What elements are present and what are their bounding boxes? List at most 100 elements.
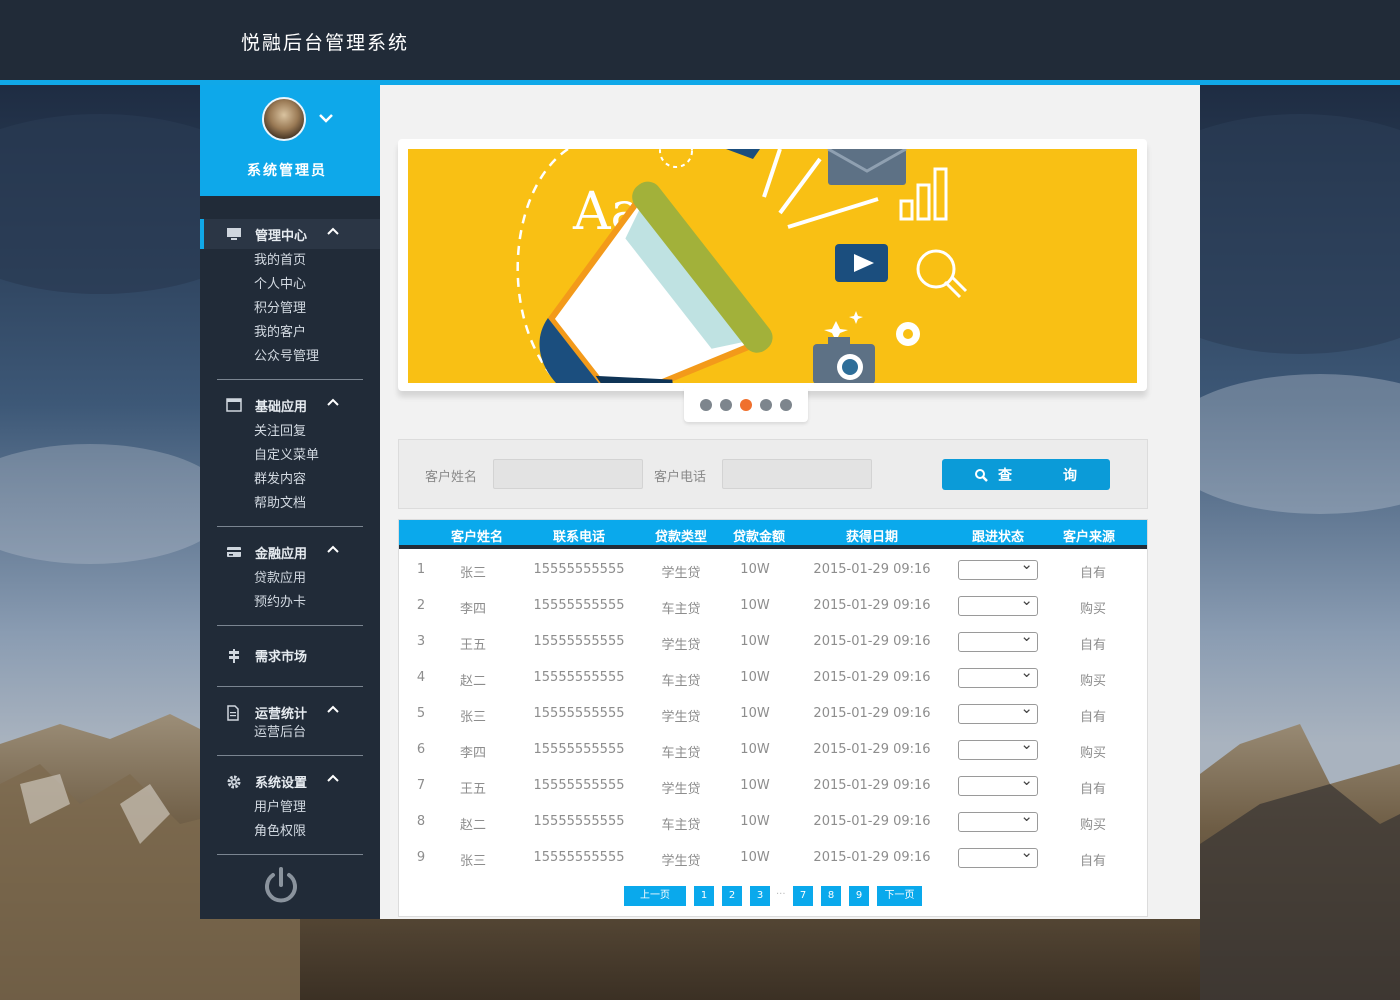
window-icon bbox=[226, 398, 244, 412]
sidebar-item-customers[interactable]: 我的客户 bbox=[200, 321, 380, 345]
app-title: 悦融后台管理系统 bbox=[241, 32, 410, 54]
chevron-up-icon[interactable] bbox=[327, 226, 339, 239]
sidebar-item-broadcast[interactable]: 群发内容 bbox=[200, 468, 380, 492]
col-header-date: 获得日期 bbox=[845, 530, 898, 545]
page-button[interactable]: 7 bbox=[793, 886, 813, 906]
chevron-up-icon[interactable] bbox=[327, 704, 339, 717]
cell-source: 自有 bbox=[1079, 710, 1106, 725]
table-row: 6 李四 15555555555 车主贷 10W 2015-01-29 09:16 购买 bbox=[399, 733, 1147, 769]
page-button[interactable]: 8 bbox=[821, 886, 841, 906]
cell-name: 张三 bbox=[459, 854, 486, 869]
nav-head-settings[interactable]: 系统设置 bbox=[200, 766, 380, 796]
signpost-icon bbox=[226, 648, 244, 663]
nav-head-basic[interactable]: 基础应用 bbox=[200, 390, 380, 420]
sidebar-item-card-booking[interactable]: 预约办卡 bbox=[200, 591, 380, 615]
sidebar-item-home[interactable]: 我的首页 bbox=[200, 249, 380, 273]
carousel-dot-active[interactable] bbox=[740, 399, 752, 411]
customer-phone-label: 客户电话 bbox=[654, 470, 707, 485]
cell-date: 2015-01-29 09:16 bbox=[813, 814, 931, 829]
sidebar-item-points[interactable]: 积分管理 bbox=[200, 297, 380, 321]
cell-amount: 10W bbox=[740, 598, 770, 613]
sidebar-item-help-docs[interactable]: 帮助文档 bbox=[200, 492, 380, 516]
cell-loan-type: 车主贷 bbox=[661, 746, 701, 761]
row-index: 8 bbox=[416, 814, 426, 829]
cell-name: 王五 bbox=[459, 782, 486, 797]
customer-name-input[interactable] bbox=[493, 459, 643, 489]
carousel-dot[interactable] bbox=[720, 399, 732, 411]
page-button[interactable]: 2 bbox=[722, 886, 742, 906]
chevron-up-icon[interactable] bbox=[327, 397, 339, 410]
search-button[interactable]: 查 询 bbox=[942, 459, 1110, 490]
nav-head-finance[interactable]: 金融应用 bbox=[200, 537, 380, 567]
banner-carousel[interactable]: Aa bbox=[398, 139, 1147, 391]
search-icon bbox=[975, 468, 988, 482]
table-row: 5 张三 15555555555 学生贷 10W 2015-01-29 09:16 自有 bbox=[399, 697, 1147, 733]
status-select[interactable] bbox=[958, 627, 1038, 652]
prev-page-button[interactable]: 上一页 bbox=[624, 886, 686, 906]
sidebar-item-user-mgmt[interactable]: 用户管理 bbox=[200, 796, 380, 820]
cell-amount: 10W bbox=[740, 634, 770, 649]
col-header-name: 客户姓名 bbox=[450, 530, 503, 545]
carousel-dot[interactable] bbox=[760, 399, 772, 411]
page-button[interactable]: 9 bbox=[849, 886, 869, 906]
search-button-label-2: 询 bbox=[1063, 467, 1078, 484]
table-row: 9 张三 15555555555 学生贷 10W 2015-01-29 09:16 自有 bbox=[399, 841, 1147, 877]
cell-source: 购买 bbox=[1079, 818, 1106, 833]
carousel-dot[interactable] bbox=[700, 399, 712, 411]
table-header: 客户姓名 联系电话 贷款类型 贷款金额 获得日期 跟进状态 客户来源 bbox=[399, 520, 1147, 549]
main-content: Aa 客户姓名 客户电话 查 询 客户姓名 联系电话 贷款类型 贷款金额 获得日… bbox=[380, 85, 1200, 919]
next-page-button[interactable]: 下一页 bbox=[877, 886, 922, 906]
cell-source: 自有 bbox=[1079, 854, 1106, 869]
sidebar-item-follow-reply[interactable]: 关注回复 bbox=[200, 420, 380, 444]
status-select[interactable] bbox=[958, 663, 1038, 688]
status-select[interactable] bbox=[958, 699, 1038, 724]
divider bbox=[217, 686, 363, 687]
avatar[interactable] bbox=[262, 97, 306, 141]
cell-date: 2015-01-29 09:16 bbox=[813, 850, 931, 865]
status-select[interactable] bbox=[958, 591, 1038, 616]
nav-group-finance: 金融应用 贷款应用 预约办卡 bbox=[200, 537, 380, 615]
cell-amount: 10W bbox=[740, 706, 770, 721]
sidebar-item-role-perms[interactable]: 角色权限 bbox=[200, 820, 380, 844]
carousel-dots bbox=[684, 388, 808, 422]
status-select[interactable] bbox=[958, 735, 1038, 760]
cell-phone: 15555555555 bbox=[533, 670, 625, 685]
status-select[interactable] bbox=[958, 555, 1038, 580]
cell-loan-type: 车主贷 bbox=[661, 674, 701, 689]
cell-phone: 15555555555 bbox=[533, 598, 625, 613]
chevron-down-icon[interactable] bbox=[318, 109, 334, 128]
cell-phone: 15555555555 bbox=[533, 562, 625, 577]
cell-phone: 15555555555 bbox=[533, 742, 625, 757]
gear-icon bbox=[226, 774, 244, 789]
table-row: 2 李四 15555555555 车主贷 10W 2015-01-29 09:16 购买 bbox=[399, 589, 1147, 625]
chevron-up-icon[interactable] bbox=[327, 544, 339, 557]
nav-head-management[interactable]: 管理中心 bbox=[200, 219, 380, 249]
page-button[interactable]: 1 bbox=[694, 886, 714, 906]
chevron-up-icon[interactable] bbox=[327, 773, 339, 786]
table-row: 3 王五 15555555555 学生贷 10W 2015-01-29 09:16 自有 bbox=[399, 625, 1147, 661]
status-select[interactable] bbox=[958, 771, 1038, 796]
status-select[interactable] bbox=[958, 807, 1038, 832]
customer-phone-input[interactable] bbox=[722, 459, 872, 489]
cell-loan-type: 学生贷 bbox=[661, 638, 701, 653]
nav-head-market[interactable]: 需求市场 bbox=[200, 640, 380, 670]
carousel-dot[interactable] bbox=[780, 399, 792, 411]
cell-name: 王五 bbox=[459, 638, 486, 653]
row-index: 7 bbox=[416, 778, 426, 793]
sidebar-item-profile[interactable]: 个人中心 bbox=[200, 273, 380, 297]
cell-source: 购买 bbox=[1079, 746, 1106, 761]
nav-head-stats[interactable]: 运营统计 bbox=[200, 697, 380, 727]
col-header-loan-type: 贷款类型 bbox=[654, 530, 707, 545]
cell-phone: 15555555555 bbox=[533, 634, 625, 649]
cell-source: 自有 bbox=[1079, 782, 1106, 797]
sidebar-item-loan-app[interactable]: 贷款应用 bbox=[200, 567, 380, 591]
divider bbox=[217, 526, 363, 527]
header-bar: 悦融后台管理系统 bbox=[0, 0, 1400, 80]
status-select[interactable] bbox=[958, 843, 1038, 868]
power-icon[interactable] bbox=[261, 865, 301, 905]
sidebar-item-official-account[interactable]: 公众号管理 bbox=[200, 345, 380, 369]
cell-source: 购买 bbox=[1079, 602, 1106, 617]
row-index: 9 bbox=[416, 850, 426, 865]
page-button[interactable]: 3 bbox=[750, 886, 770, 906]
sidebar-item-custom-menu[interactable]: 自定义菜单 bbox=[200, 444, 380, 468]
